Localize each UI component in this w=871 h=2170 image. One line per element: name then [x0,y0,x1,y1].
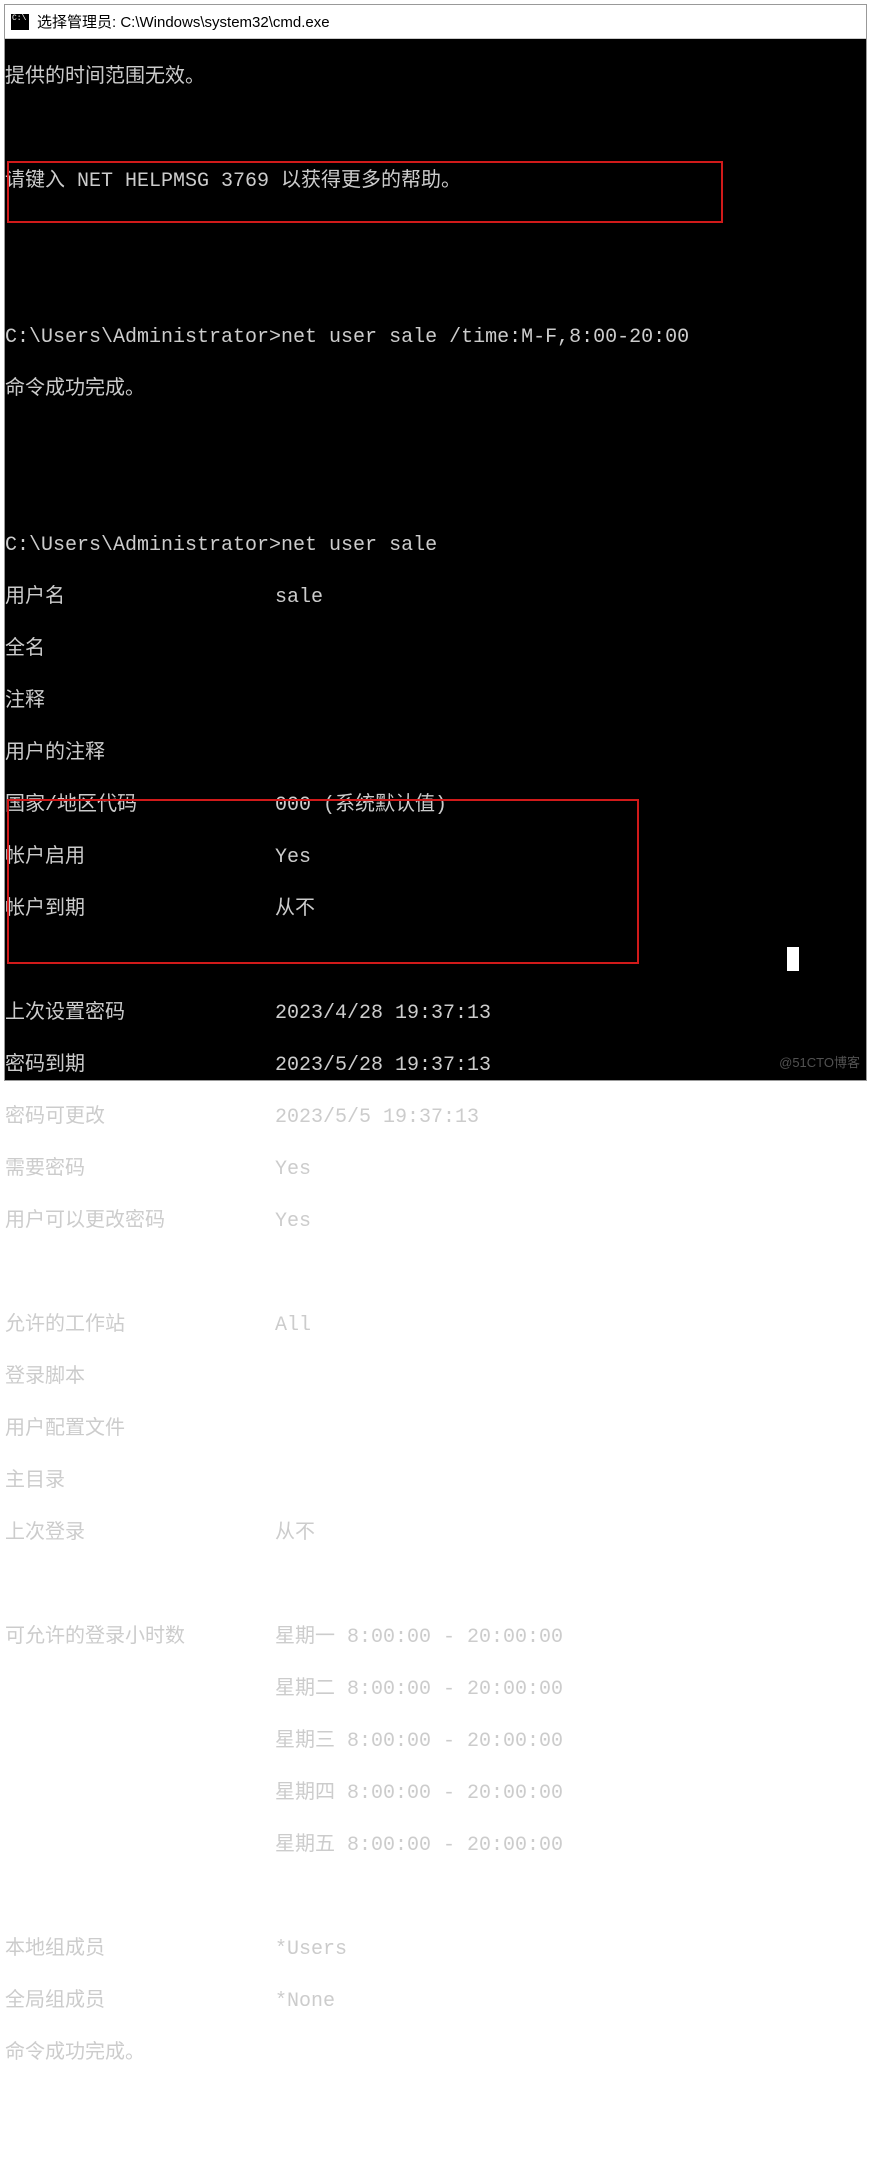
output-blank [5,117,866,143]
hours-row: 星期三 8:00:00 - 20:00:00 [5,1729,866,1755]
info-row: 本地组成员*Users [5,1937,866,1963]
info-row: 帐户启用Yes [5,845,866,871]
info-row: 密码可更改2023/5/5 19:37:13 [5,1105,866,1131]
output-line: 提供的时间范围无效。 [5,65,866,91]
info-row: 上次设置密码2023/4/28 19:37:13 [5,1001,866,1027]
window-title: 选择管理员: C:\Windows\system32\cmd.exe [37,11,330,32]
watermark-text: @51CTO博客 [779,1050,860,1076]
info-row: 注释 [5,689,866,715]
info-row: 允许的工作站All [5,1313,866,1339]
output-blank [5,1885,866,1911]
info-row: 全局组成员*None [5,1989,866,2015]
output-blank [5,221,866,247]
text-cursor [787,947,799,971]
info-row: 密码到期2023/5/28 19:37:13 [5,1053,866,1079]
cmd-icon [11,14,29,30]
info-row: 用户可以更改密码Yes [5,1209,866,1235]
prompt-line: C:\Users\Administrator>net user sale [5,533,866,559]
hours-row: 星期五 8:00:00 - 20:00:00 [5,1833,866,1859]
titlebar[interactable]: 选择管理员: C:\Windows\system32\cmd.exe [5,5,866,39]
output-line: 命令成功完成。 [5,2041,866,2067]
output-blank [5,1261,866,1287]
hours-row: 星期四 8:00:00 - 20:00:00 [5,1781,866,1807]
info-row: 用户的注释 [5,741,866,767]
info-row: 主目录 [5,1469,866,1495]
info-row: 全名 [5,637,866,663]
output-blank [5,1573,866,1599]
prompt-path: C:\Users\Administrator> [5,326,281,349]
output-blank [5,949,866,975]
command-text: net user sale /time:M-F,8:00-20:00 [281,326,689,349]
highlight-box-2 [7,799,639,964]
info-row: 帐户到期从不 [5,897,866,923]
cmd-window: 选择管理员: C:\Windows\system32\cmd.exe 提供的时间… [4,4,867,1081]
prompt-line: C:\Users\Administrator>net user sale /ti… [5,325,866,351]
info-row: 登录脚本 [5,1365,866,1391]
hours-row: 可允许的登录小时数星期一 8:00:00 - 20:00:00 [5,1625,866,1651]
info-row: 国家/地区代码000 (系统默认值) [5,793,866,819]
output-line: 命令成功完成。 [5,377,866,403]
output-blank [5,273,866,299]
output-blank [5,481,866,507]
info-row: 用户名sale [5,585,866,611]
prompt-path: C:\Users\Administrator> [5,534,281,557]
info-row: 上次登录从不 [5,1521,866,1547]
output-blank [5,429,866,455]
hours-row: 星期二 8:00:00 - 20:00:00 [5,1677,866,1703]
command-text: net user sale [281,534,437,557]
output-line: 请键入 NET HELPMSG 3769 以获得更多的帮助。 [5,169,866,195]
info-row: 需要密码Yes [5,1157,866,1183]
info-row: 用户配置文件 [5,1417,866,1443]
terminal-area[interactable]: 提供的时间范围无效。 请键入 NET HELPMSG 3769 以获得更多的帮助… [5,39,866,1080]
